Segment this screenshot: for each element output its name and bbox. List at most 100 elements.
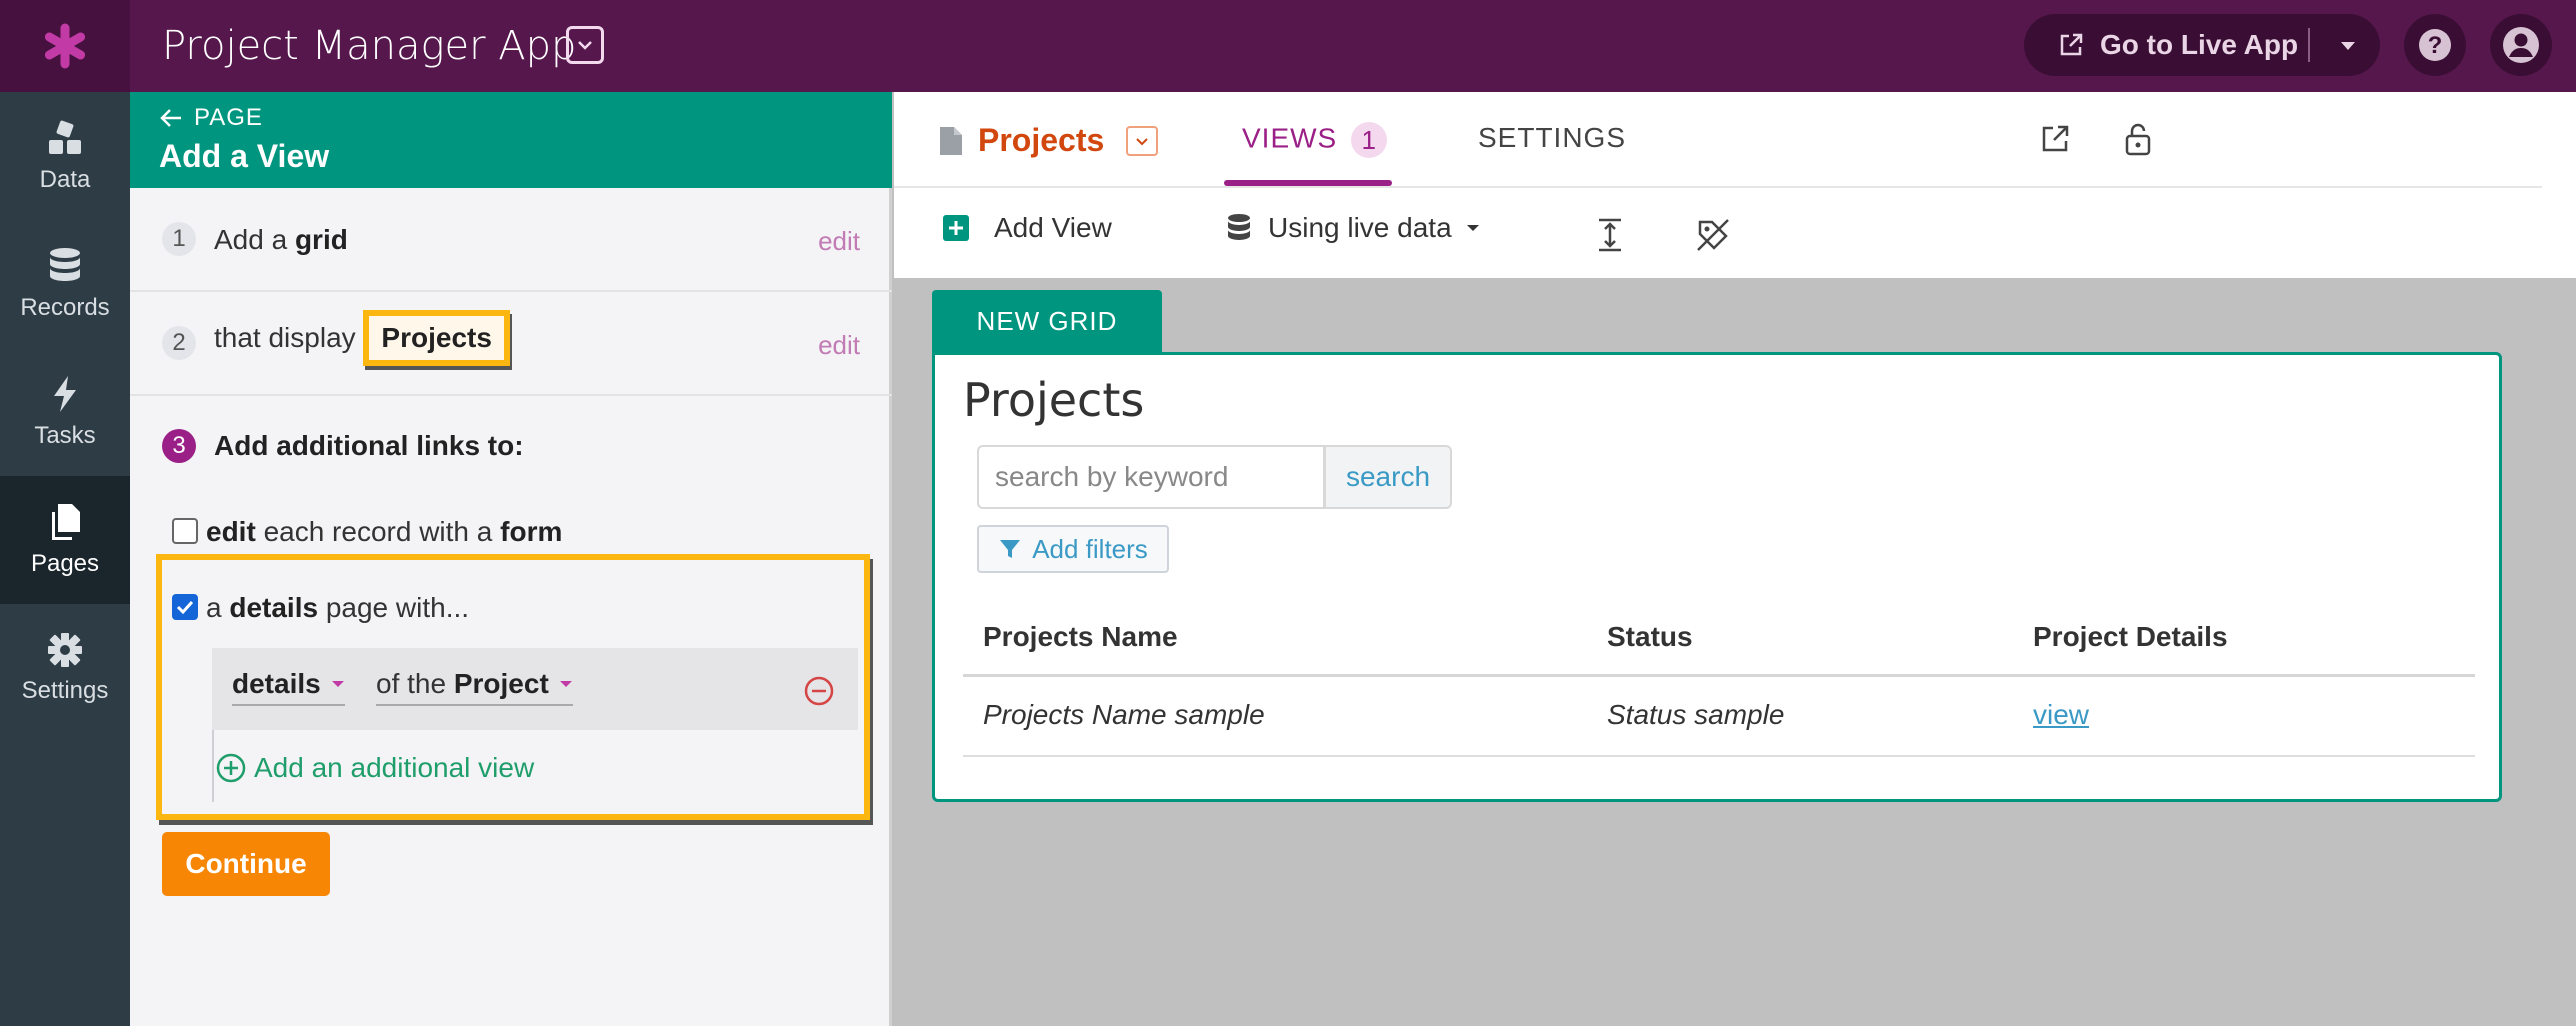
chevron-down-icon bbox=[578, 41, 592, 50]
continue-button[interactable]: Continue bbox=[162, 832, 330, 896]
step-number-active: 3 bbox=[162, 429, 196, 463]
details-page-checkbox[interactable] bbox=[172, 594, 198, 620]
app-title: Project Manager App bbox=[162, 23, 577, 69]
tab-views-label: VIEWS bbox=[1242, 122, 1338, 154]
details-source-select[interactable]: of the Project bbox=[376, 668, 573, 706]
go-to-live-app-label: Go to Live App bbox=[2100, 29, 2299, 60]
page-name[interactable]: Projects bbox=[938, 122, 1104, 159]
data-source-label: Using live data bbox=[1268, 212, 1452, 243]
page-tabs: Projects VIEWS 1 SETTINGS bbox=[894, 92, 2542, 188]
step-1-text: Add a grid bbox=[214, 224, 348, 256]
database-icon bbox=[50, 248, 80, 281]
external-link-icon bbox=[2060, 33, 2083, 56]
table-cell: Status sample bbox=[1607, 699, 1785, 730]
bolt-icon bbox=[54, 376, 76, 412]
edit-form-option-text: edit each record with a form bbox=[206, 516, 562, 548]
nav-item-label: Data bbox=[39, 166, 91, 193]
button-divider bbox=[2308, 28, 2310, 62]
add-view-button[interactable]: Add View bbox=[942, 212, 1112, 244]
unlock-icon[interactable] bbox=[2124, 122, 2152, 156]
step-text-prefix: Add a bbox=[214, 224, 288, 255]
plus-square-icon bbox=[943, 215, 969, 241]
tab-settings[interactable]: SETTINGS bbox=[1478, 122, 1626, 154]
option-word: page with... bbox=[325, 592, 470, 623]
top-bar: Project Manager App Go to Live App ? bbox=[0, 0, 2576, 92]
data-icon bbox=[49, 120, 81, 154]
user-account-button[interactable] bbox=[2490, 14, 2552, 76]
column-header: Project Details bbox=[2033, 621, 2228, 652]
nav-item-settings[interactable]: Settings bbox=[0, 604, 130, 732]
nav-item-label: Tasks bbox=[34, 422, 96, 449]
asterisk-logo-icon bbox=[44, 23, 86, 69]
grid-title: Projects bbox=[963, 373, 1145, 427]
edit-step-1-link[interactable]: edit bbox=[818, 226, 860, 257]
table-cell: Projects Name sample bbox=[983, 699, 1265, 730]
option-word: details bbox=[229, 592, 319, 623]
file-icon bbox=[940, 126, 962, 155]
add-filters-label: Add filters bbox=[1032, 533, 1148, 564]
table-header-row: Projects Name Status Project Details bbox=[963, 595, 2475, 677]
database-icon bbox=[1228, 214, 1250, 240]
select-prefix: of the bbox=[376, 668, 447, 699]
expand-vertical-icon[interactable] bbox=[1596, 218, 1624, 252]
data-source-dropdown[interactable]: Using live data bbox=[1226, 212, 1496, 244]
nav-item-label: Records bbox=[20, 294, 110, 321]
nav-item-tasks[interactable]: Tasks bbox=[0, 348, 130, 476]
page-editor-header: Projects VIEWS 1 SETTINGS Add View Using … bbox=[894, 92, 2576, 278]
view-details-link[interactable]: view bbox=[2033, 699, 2089, 731]
caret-down-icon bbox=[1466, 225, 1479, 231]
add-view-label: Add View bbox=[994, 212, 1112, 243]
help-icon: ? bbox=[2419, 29, 2451, 61]
nav-item-pages[interactable]: Pages bbox=[0, 476, 130, 604]
edit-step-2-link[interactable]: edit bbox=[818, 330, 860, 361]
table-row: Projects Name sample Status sample view bbox=[963, 677, 2475, 757]
details-view-type-select[interactable]: details bbox=[232, 668, 345, 706]
app-menu-dropdown[interactable] bbox=[566, 26, 604, 64]
step-text-strong: grid bbox=[294, 224, 348, 255]
gear-icon bbox=[48, 633, 82, 667]
step-3-label: Add additional links to: bbox=[214, 430, 524, 461]
option-word: form bbox=[500, 516, 563, 547]
nav-item-data[interactable]: Data bbox=[0, 92, 130, 220]
highlighted-source-name: Projects bbox=[363, 310, 510, 366]
back-to-page-link[interactable]: PAGE bbox=[160, 104, 263, 132]
add-filters-button[interactable]: Add filters bbox=[977, 525, 1169, 573]
step-number: 1 bbox=[162, 222, 196, 256]
chevron-down-icon bbox=[1136, 137, 1148, 145]
help-button[interactable]: ? bbox=[2404, 14, 2466, 76]
step-1-row: 1 Add a grid edit bbox=[130, 188, 892, 292]
tag-off-icon[interactable] bbox=[1696, 218, 1730, 252]
add-additional-view-label: Add an additional view bbox=[254, 752, 535, 783]
caret-down-icon[interactable] bbox=[2340, 41, 2356, 51]
grid-table: Projects Name Status Project Details Pro… bbox=[963, 595, 2475, 757]
caret-down-icon bbox=[559, 681, 572, 687]
select-value: details bbox=[232, 668, 321, 699]
edit-form-checkbox[interactable] bbox=[172, 518, 198, 544]
grid-view-preview: Projects search by keyword search Add fi… bbox=[932, 352, 2502, 802]
option-word: edit bbox=[206, 516, 256, 547]
back-label: PAGE bbox=[194, 104, 263, 131]
app-logo[interactable] bbox=[0, 0, 130, 92]
add-additional-view-link[interactable]: Add an additional view bbox=[216, 752, 534, 784]
panel-header: PAGE Add a View bbox=[130, 92, 892, 188]
search-button[interactable]: search bbox=[1324, 445, 1452, 509]
column-header: Status bbox=[1607, 621, 1693, 652]
pages-icon bbox=[52, 504, 80, 540]
go-to-live-app-button[interactable]: Go to Live App bbox=[2024, 14, 2380, 76]
page-toolbar: Add View Using live data bbox=[894, 188, 2576, 276]
column-header: Projects Name bbox=[983, 621, 1178, 652]
nav-item-label: Pages bbox=[30, 550, 100, 577]
nested-view-connector bbox=[212, 730, 214, 802]
step-2-row: 2 that display Projects edit bbox=[130, 292, 892, 396]
new-grid-tab[interactable]: NEW GRID bbox=[932, 290, 1162, 352]
search-input[interactable]: search by keyword bbox=[977, 445, 1325, 509]
open-external-icon[interactable] bbox=[2040, 124, 2070, 154]
tab-views[interactable]: VIEWS 1 bbox=[1242, 122, 1388, 158]
left-navigation: Data Records Tasks Pages Settings bbox=[0, 92, 130, 1026]
remove-circle-icon[interactable] bbox=[804, 676, 834, 706]
step-text-prefix: that display bbox=[214, 322, 356, 353]
nav-item-records[interactable]: Records bbox=[0, 220, 130, 348]
arrow-left-icon bbox=[160, 109, 181, 127]
step-2-text: that display Projects bbox=[214, 310, 510, 366]
page-switcher-dropdown[interactable] bbox=[1126, 126, 1158, 156]
